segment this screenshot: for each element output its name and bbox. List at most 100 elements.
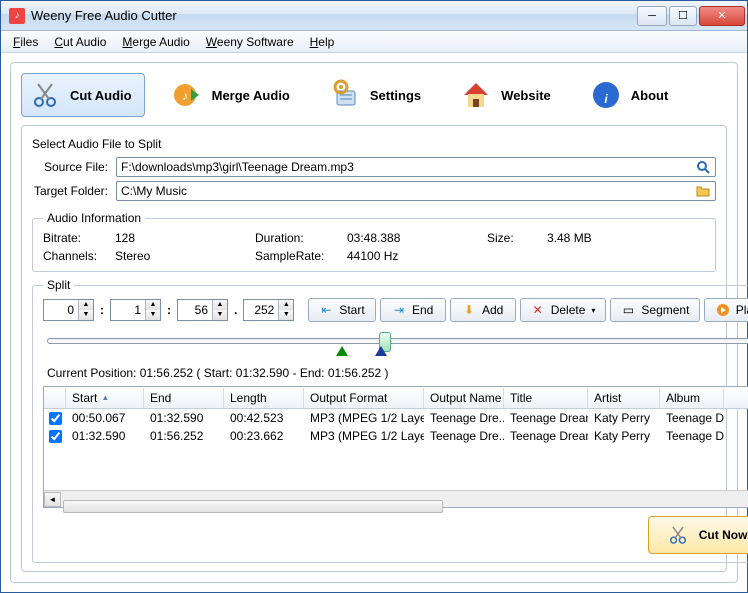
start-marker-icon: ⇤: [319, 303, 333, 317]
col-artist[interactable]: Artist: [588, 388, 660, 408]
tab-merge-audio[interactable]: ♪ Merge Audio: [163, 73, 303, 117]
tab-label: Merge Audio: [212, 88, 290, 103]
merge-icon: ♪: [170, 78, 204, 112]
tab-cut-audio[interactable]: Cut Audio: [21, 73, 145, 117]
add-icon: ⬇: [462, 303, 476, 317]
play-button[interactable]: Play: [704, 298, 748, 322]
spin-down-icon[interactable]: ▼: [213, 310, 227, 320]
spin-up-icon[interactable]: ▲: [279, 300, 293, 310]
table-row[interactable]: 00:50.067 01:32.590 00:42.523 MP3 (MPEG …: [44, 409, 748, 427]
time-mm-input[interactable]: [111, 303, 145, 317]
cut-now-button[interactable]: Cut Now!: [648, 516, 748, 554]
time-ms-input[interactable]: [244, 303, 278, 317]
size-value: 3.48 MB: [547, 231, 627, 245]
end-marker-icon: ⇥: [392, 303, 406, 317]
menubar: Files Cut Audio Merge Audio Weeny Softwa…: [1, 31, 747, 53]
table-header: Start▲ End Length Output Format Output N…: [44, 387, 748, 409]
add-button[interactable]: ⬇Add: [450, 298, 516, 322]
window-title: Weeny Free Audio Cutter: [31, 8, 637, 23]
bitrate-label: Bitrate:: [43, 231, 115, 245]
table-row[interactable]: 01:32.590 01:56.252 00:23.662 MP3 (MPEG …: [44, 427, 748, 445]
browse-folder-icon[interactable]: [695, 183, 711, 199]
duration-label: Duration:: [255, 231, 347, 245]
source-file-label: Source File:: [32, 160, 116, 174]
scroll-thumb[interactable]: [63, 500, 443, 513]
table-body: 00:50.067 01:32.590 00:42.523 MP3 (MPEG …: [44, 409, 748, 490]
scissors-icon: [28, 78, 62, 112]
menu-merge-audio[interactable]: Merge Audio: [116, 33, 195, 51]
slider-track[interactable]: [47, 338, 748, 344]
app-window: ♪ Weeny Free Audio Cutter ─ ☐ ✕ Files Cu…: [0, 0, 748, 593]
menu-files[interactable]: Files: [7, 33, 44, 51]
row-checkbox[interactable]: [49, 430, 62, 443]
time-ss-spin[interactable]: ▲▼: [177, 299, 228, 321]
minimize-button[interactable]: ─: [637, 6, 667, 26]
delete-button[interactable]: ✕Delete▾: [520, 298, 607, 322]
tab-settings[interactable]: Settings: [321, 73, 434, 117]
section-title: Select Audio File to Split: [32, 134, 716, 157]
close-button[interactable]: ✕: [699, 6, 745, 26]
col-checkbox[interactable]: [44, 388, 66, 408]
dropdown-icon: ▾: [591, 306, 595, 315]
time-ss-input[interactable]: [178, 303, 212, 317]
browse-file-icon[interactable]: [695, 159, 711, 175]
spin-down-icon[interactable]: ▼: [79, 310, 93, 320]
time-ms-spin[interactable]: ▲▼: [243, 299, 294, 321]
channels-value: Stereo: [115, 249, 255, 263]
titlebar: ♪ Weeny Free Audio Cutter ─ ☐ ✕: [1, 1, 747, 31]
tab-label: About: [631, 88, 669, 103]
col-album[interactable]: Album: [660, 388, 724, 408]
source-file-value: F:\downloads\mp3\girl\Teenage Dream.mp3: [121, 160, 695, 174]
start-button[interactable]: ⇤Start: [308, 298, 375, 322]
info-icon: i: [589, 78, 623, 112]
svg-text:♪: ♪: [182, 89, 188, 103]
samplerate-label: SampleRate:: [255, 249, 347, 263]
end-marker-icon: [375, 346, 387, 356]
play-icon: [716, 303, 730, 317]
spin-down-icon[interactable]: ▼: [146, 310, 160, 320]
spin-up-icon[interactable]: ▲: [79, 300, 93, 310]
target-folder-label: Target Folder:: [32, 184, 116, 198]
audio-info-legend: Audio Information: [43, 211, 145, 225]
menu-help[interactable]: Help: [304, 33, 341, 51]
segments-table: Start▲ End Length Output Format Output N…: [43, 386, 748, 508]
tab-about[interactable]: i About: [582, 73, 692, 117]
toolbar: Cut Audio ♪ Merge Audio Settings Website…: [21, 73, 727, 117]
end-button[interactable]: ⇥End: [380, 298, 446, 322]
cut-now-label: Cut Now!: [699, 528, 748, 542]
segment-button[interactable]: ▭Segment: [610, 298, 700, 322]
menu-weeny-software[interactable]: Weeny Software: [200, 33, 300, 51]
spin-down-icon[interactable]: ▼: [279, 310, 293, 320]
channels-label: Channels:: [43, 249, 115, 263]
col-name[interactable]: Output Name: [424, 388, 504, 408]
delete-icon: ✕: [531, 303, 545, 317]
tab-website[interactable]: Website: [452, 73, 564, 117]
time-hh-input[interactable]: [44, 303, 78, 317]
row-checkbox[interactable]: [49, 412, 62, 425]
col-start[interactable]: Start▲: [66, 388, 144, 408]
col-format[interactable]: Output Format: [304, 388, 424, 408]
home-icon: [459, 78, 493, 112]
horizontal-scrollbar[interactable]: ◄ ►: [44, 490, 748, 507]
tab-label: Cut Audio: [70, 88, 132, 103]
scissors-icon: [667, 524, 689, 546]
scroll-left-icon[interactable]: ◄: [44, 492, 61, 507]
time-mm-spin[interactable]: ▲▼: [110, 299, 161, 321]
segment-icon: ▭: [621, 303, 635, 317]
col-length[interactable]: Length: [224, 388, 304, 408]
maximize-button[interactable]: ☐: [669, 6, 697, 26]
size-label: Size:: [487, 231, 547, 245]
split-group: Split ▲▼ : ▲▼ : ▲▼ . ▲▼ ⇤Start ⇥End ⬇Add…: [32, 278, 748, 563]
samplerate-value: 44100 Hz: [347, 249, 487, 263]
time-hh-spin[interactable]: ▲▼: [43, 299, 94, 321]
position-slider[interactable]: [47, 332, 748, 360]
col-end[interactable]: End: [144, 388, 224, 408]
menu-cut-audio[interactable]: Cut Audio: [48, 33, 112, 51]
target-folder-value: C:\My Music: [121, 184, 695, 198]
target-folder-input[interactable]: C:\My Music: [116, 181, 716, 201]
spin-up-icon[interactable]: ▲: [213, 300, 227, 310]
spin-up-icon[interactable]: ▲: [146, 300, 160, 310]
source-file-input[interactable]: F:\downloads\mp3\girl\Teenage Dream.mp3: [116, 157, 716, 177]
col-title[interactable]: Title: [504, 388, 588, 408]
start-marker-icon: [336, 346, 348, 356]
